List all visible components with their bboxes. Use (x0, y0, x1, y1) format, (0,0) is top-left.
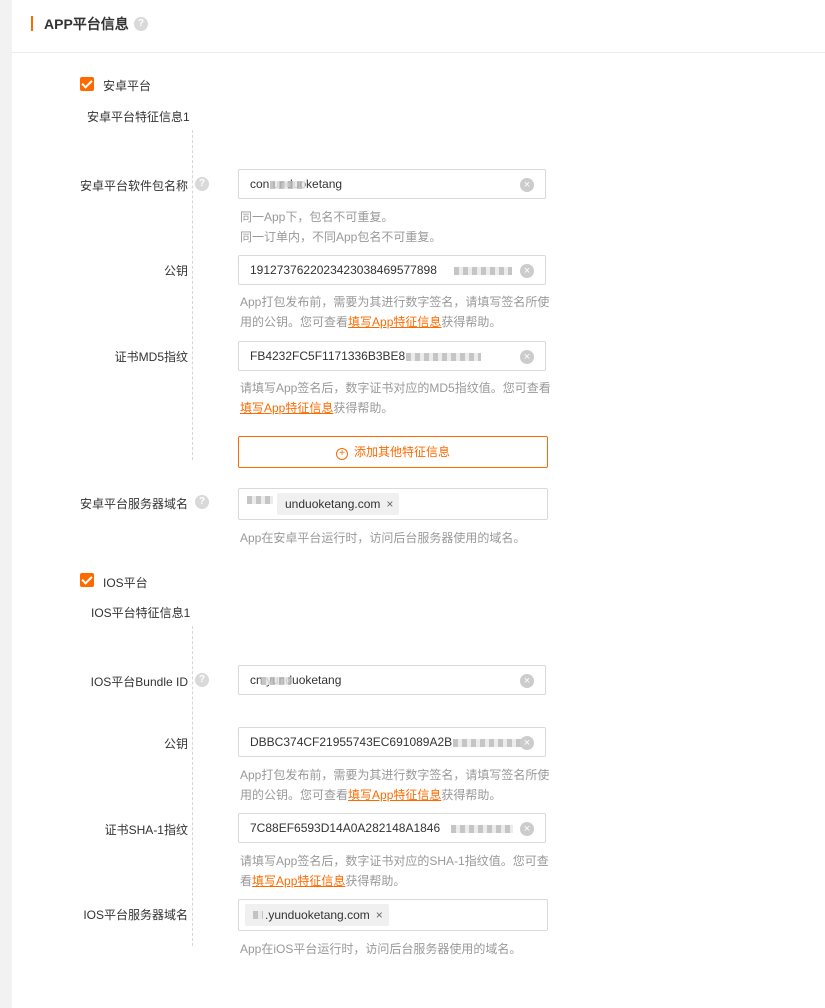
hint-text: 请填写App签名后，数字证书对应的MD5指纹值。您可查看 (240, 381, 551, 395)
feature-help-link[interactable]: 填写App特征信息 (252, 874, 345, 888)
help-icon[interactable]: ? (195, 495, 209, 509)
ios-domain-input[interactable]: .yunduoketang.com × (238, 899, 548, 931)
redaction-blur (253, 911, 263, 919)
android-checkbox-label: 安卓平台 (103, 79, 152, 93)
ios-checkbox-label: IOS平台 (103, 576, 148, 590)
hint-text: 获得帮助。 (441, 788, 502, 802)
clear-icon[interactable]: × (520, 674, 534, 688)
android-checkbox[interactable] (80, 77, 94, 91)
add-feature-button[interactable]: + 添加其他特征信息 (238, 436, 548, 468)
redaction-blur (261, 677, 291, 685)
section-header: APP平台信息 ? (12, 0, 825, 53)
android-md5-label: 证书MD5指纹 (114, 350, 188, 364)
android-md5-value: FB4232FC5F1171336B3BE8 (250, 349, 406, 363)
redaction-blur (270, 181, 305, 189)
redaction-blur (453, 739, 523, 747)
ios-sha1-input[interactable]: 7C88EF6593D14A0A282148A1846 × (238, 813, 546, 843)
ios-pubkey-value: DBBC374CF21955743EC691089A2B (250, 735, 453, 749)
ios-pubkey-input[interactable]: DBBC374CF21955743EC691089A2B × (238, 727, 546, 757)
hint-text: 获得帮助。 (441, 315, 502, 329)
android-pubkey-hint: App打包发布前，需要为其进行数字签名，请填写签名所使用的公钥。您可查看填写Ap… (240, 292, 560, 332)
ios-domain-label: IOS平台服务器域名 (83, 908, 188, 922)
android-package-hint: 同一App下，包名不可重复。 同一订单内，不同App包名不可重复。 (240, 207, 560, 247)
ios-dashed-line (192, 626, 193, 946)
help-icon[interactable]: ? (134, 17, 148, 31)
ios-bundle-input[interactable]: cn yunduoketang × (238, 665, 546, 695)
android-domain-label: 安卓平台服务器域名 (79, 497, 188, 511)
help-icon[interactable]: ? (195, 177, 209, 191)
android-package-label: 安卓平台软件包名称 (79, 179, 188, 193)
redaction-blur (406, 353, 481, 361)
ios-sha1-value: 7C88EF6593D14A0A282148A1846 (250, 821, 441, 835)
feature-help-link[interactable]: 填写App特征信息 (348, 788, 441, 802)
domain-tag-text: unduoketang.com (285, 497, 381, 511)
tag-close-icon[interactable]: × (386, 497, 393, 511)
android-pubkey-value: 19127376220234230384695778​98 (250, 263, 437, 277)
redaction-blur (454, 267, 512, 275)
accent-bar (31, 16, 33, 31)
help-icon[interactable]: ? (195, 673, 209, 687)
redaction-blur (451, 825, 513, 833)
app-platform-panel: APP平台信息 ? 安卓平台 安卓平台特征信息1 安卓平台软件包名称 ? con… (12, 0, 825, 1008)
hint-line: 同一App下，包名不可重复。 (240, 210, 394, 224)
android-dashed-line (192, 130, 193, 460)
clear-icon[interactable]: × (520, 822, 534, 836)
clear-icon[interactable]: × (520, 736, 534, 750)
android-md5-input[interactable]: FB4232FC5F1171336B3BE8 × (238, 341, 546, 371)
domain-tag: .yunduoketang.com × (245, 904, 389, 926)
clear-icon[interactable]: × (520, 264, 534, 278)
ios-checkbox[interactable] (80, 573, 94, 587)
hint-line: 同一订单内，不同App包名不可重复。 (240, 230, 442, 244)
ios-sha1-hint: 请填写App签名后，数字证书对应的SHA-1指纹值。您可查看填写App特征信息获… (240, 851, 560, 891)
ios-pubkey-label: 公钥 (163, 737, 188, 751)
android-pubkey-input[interactable]: 19127376220234230384695778​98 × (238, 255, 546, 285)
plus-circle-icon: + (335, 448, 348, 460)
android-domain-hint: App在安卓平台运行时，访问后台服务器使用的域名。 (240, 531, 526, 545)
android-pubkey-label: 公钥 (163, 264, 188, 278)
domain-tag: unduoketang.com × (277, 493, 400, 515)
clear-icon[interactable]: × (520, 350, 534, 364)
add-feature-label: 添加其他特征信息 (353, 445, 450, 459)
redaction-blur (247, 496, 273, 504)
ios-bundle-label: IOS平台Bundle ID (90, 675, 188, 689)
feature-help-link[interactable]: 填写App特征信息 (240, 401, 333, 415)
android-md5-hint: 请填写App签名后，数字证书对应的MD5指纹值。您可查看填写App特征信息获得帮… (240, 378, 560, 418)
domain-tag-text: .yunduoketang.com (265, 908, 370, 922)
clear-icon[interactable]: × (520, 178, 534, 192)
android-package-input[interactable]: con unduoketang × (238, 169, 546, 199)
hint-text: 获得帮助。 (345, 874, 406, 888)
android-feature-title: 安卓平台特征信息1 (87, 110, 190, 124)
section-title: APP平台信息 (44, 16, 129, 32)
feature-help-link[interactable]: 填写App特征信息 (348, 315, 441, 329)
ios-domain-hint: App在iOS平台运行时，访问后台服务器使用的域名。 (240, 942, 522, 956)
tag-close-icon[interactable]: × (376, 908, 383, 922)
hint-text: 获得帮助。 (333, 401, 394, 415)
android-domain-input[interactable]: unduoketang.com × (238, 488, 548, 520)
ios-feature-title: IOS平台特征信息1 (91, 606, 191, 620)
ios-pubkey-hint: App打包发布前，需要为其进行数字签名，请填写签名所使用的公钥。您可查看填写Ap… (240, 765, 560, 805)
ios-sha1-label: 证书SHA-1指纹 (104, 823, 188, 837)
